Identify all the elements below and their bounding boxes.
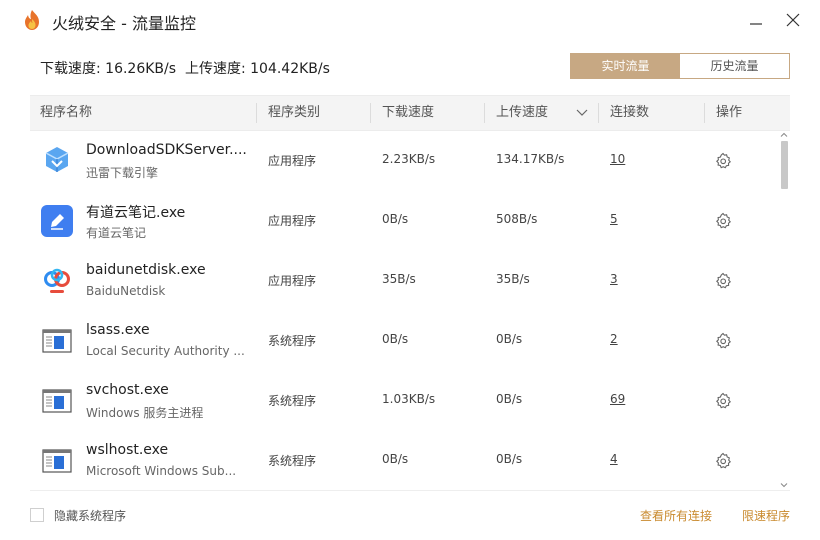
column-header-name[interactable]: 程序名称 [40, 96, 92, 130]
download-speed: 0B/s [382, 452, 409, 466]
table-row[interactable]: lsass.exe Local Security Authority ... 系… [30, 311, 778, 371]
close-icon[interactable] [783, 10, 803, 30]
scroll-up-icon[interactable] [780, 131, 788, 139]
gear-icon[interactable] [714, 332, 732, 350]
connections-link[interactable]: 2 [610, 332, 618, 346]
minimize-icon[interactable] [746, 10, 766, 30]
upload-speed: 0B/s [496, 392, 523, 406]
table-row[interactable]: wslhost.exe Microsoft Windows Sub... 系统程… [30, 431, 778, 491]
tab-realtime-traffic[interactable]: 实时流量 [571, 54, 680, 78]
download-speed: 2.23KB/s [382, 152, 436, 166]
process-description: Windows 服务主进程 [86, 406, 204, 420]
speed-summary: 下载速度: 16.26KB/s 上传速度: 104.42KB/s [40, 58, 330, 78]
process-type: 应用程序 [268, 214, 317, 228]
limit-speed-link[interactable]: 限速程序 [742, 507, 790, 524]
upload-speed: 508B/s [496, 212, 538, 226]
column-divider [256, 103, 257, 123]
scrollbar-thumb[interactable] [781, 141, 788, 189]
download-speed: 1.03KB/s [382, 392, 436, 406]
sort-chevron-down-icon[interactable] [576, 108, 588, 118]
process-name: DownloadSDKServer.... [86, 142, 247, 158]
process-type: 系统程序 [268, 394, 317, 408]
column-divider [704, 103, 705, 123]
download-speed-value: 16.26KB/s [105, 61, 177, 77]
column-header-upload[interactable]: 上传速度 [496, 96, 548, 130]
process-description: Local Security Authority ... [86, 344, 245, 358]
divider [30, 490, 790, 491]
process-type: 应用程序 [268, 154, 317, 168]
column-divider [370, 103, 371, 123]
download-speed: 0B/s [382, 332, 409, 346]
upload-speed: 0B/s [496, 332, 523, 346]
traffic-tab-switch: 实时流量 历史流量 [570, 53, 790, 79]
process-type: 系统程序 [268, 454, 317, 468]
process-list: DownloadSDKServer.... 迅雷下载引擎 应用程序 2.23KB… [30, 131, 778, 491]
process-description: Microsoft Windows Sub... [86, 464, 237, 478]
upload-speed: 0B/s [496, 452, 523, 466]
baidu-netdisk-icon [44, 268, 70, 293]
column-header-action: 操作 [716, 105, 743, 120]
process-type: 应用程序 [268, 274, 317, 288]
upload-speed: 134.17KB/s [496, 152, 565, 166]
column-header-connections[interactable]: 连接数 [610, 96, 649, 130]
download-speed-label: 下载速度: [40, 61, 101, 77]
gear-icon[interactable] [714, 452, 732, 470]
connections-link[interactable]: 4 [610, 452, 618, 466]
gear-icon[interactable] [714, 212, 732, 230]
connections-link[interactable]: 10 [610, 152, 625, 166]
process-name: baidunetdisk.exe [86, 262, 206, 278]
download-speed: 35B/s [382, 272, 416, 286]
window-title: 火绒安全 - 流量监控 [52, 14, 196, 33]
process-description: BaiduNetdisk [86, 284, 166, 298]
gear-icon[interactable] [714, 272, 732, 290]
system-program-icon [42, 329, 72, 353]
hide-system-label: 隐藏系统程序 [54, 509, 127, 523]
column-divider [598, 103, 599, 123]
process-description: 有道云笔记 [86, 226, 147, 240]
title-bar: 火绒安全 - 流量监控 [0, 0, 820, 40]
process-description: 迅雷下载引擎 [86, 166, 159, 180]
gear-icon[interactable] [714, 392, 732, 410]
table-row[interactable]: 有道云笔记.exe 有道云笔记 应用程序 0B/s 508B/s 5 [30, 191, 778, 251]
process-name: lsass.exe [86, 322, 150, 338]
table-row[interactable]: svchost.exe Windows 服务主进程 系统程序 1.03KB/s … [30, 371, 778, 431]
table-row[interactable]: DownloadSDKServer.... 迅雷下载引擎 应用程序 2.23KB… [30, 131, 778, 191]
process-name: 有道云笔记.exe [86, 205, 186, 221]
connections-link[interactable]: 5 [610, 212, 618, 226]
huorong-logo-icon [25, 10, 39, 30]
connections-link[interactable]: 3 [610, 272, 618, 286]
thunder-download-icon [45, 147, 69, 172]
upload-speed-label: 上传速度: [184, 61, 246, 77]
youdao-note-icon [41, 205, 73, 237]
system-program-icon [42, 389, 72, 413]
process-type: 系统程序 [268, 334, 317, 348]
system-program-icon [42, 449, 72, 473]
table-header: 程序名称 程序类别 下载速度 上传速度 连接数 操作 [30, 95, 790, 131]
scroll-down-icon[interactable] [780, 481, 788, 489]
tab-history-traffic[interactable]: 历史流量 [680, 54, 789, 78]
download-speed: 0B/s [382, 212, 409, 226]
connections-link[interactable]: 69 [610, 392, 625, 406]
upload-speed: 35B/s [496, 272, 530, 286]
process-name: wslhost.exe [86, 442, 169, 458]
view-all-connections-link[interactable]: 查看所有连接 [640, 507, 712, 524]
column-header-type[interactable]: 程序类别 [268, 96, 320, 130]
process-name: svchost.exe [86, 382, 169, 398]
upload-speed-value: 104.42KB/s [250, 61, 330, 77]
column-header-download[interactable]: 下载速度 [382, 96, 434, 130]
hide-system-checkbox[interactable] [30, 508, 44, 522]
column-divider [484, 103, 485, 123]
table-row[interactable]: baidunetdisk.exe BaiduNetdisk 应用程序 35B/s… [30, 251, 778, 311]
vertical-scrollbar[interactable] [778, 131, 790, 491]
gear-icon[interactable] [714, 152, 732, 170]
